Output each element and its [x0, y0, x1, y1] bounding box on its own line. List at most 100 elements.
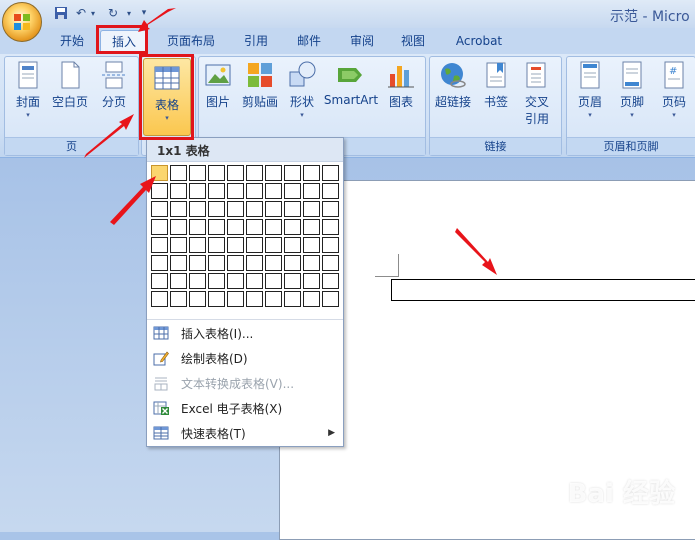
table-grid-cell[interactable] — [284, 255, 301, 271]
table-grid-cell[interactable] — [208, 291, 225, 307]
footer-button[interactable]: 页脚 ▾ — [612, 60, 652, 119]
table-grid-cell[interactable] — [151, 165, 168, 181]
table-grid-cell[interactable] — [246, 165, 263, 181]
table-grid-cell[interactable] — [303, 201, 320, 217]
table-grid-cell[interactable] — [265, 255, 282, 271]
page-number-button[interactable]: # 页码 ▾ — [654, 60, 694, 119]
draw-table-menu-item[interactable]: 绘制表格(D) — [147, 346, 343, 370]
undo-dropdown-icon[interactable]: ▾ — [88, 4, 98, 22]
table-grid-cell[interactable] — [189, 291, 206, 307]
table-grid-cell[interactable] — [246, 219, 263, 235]
table-grid-cell[interactable] — [303, 255, 320, 271]
table-grid-cell[interactable] — [322, 273, 339, 289]
chart-button[interactable]: 图表 — [382, 60, 420, 110]
quick-tables-menu-item[interactable]: 快速表格(T) ▶ — [147, 421, 343, 445]
table-grid-cell[interactable] — [170, 183, 187, 199]
table-grid-cell[interactable] — [227, 201, 244, 217]
table-grid-cell[interactable] — [265, 183, 282, 199]
table-grid-cell[interactable] — [151, 219, 168, 235]
table-grid-cell[interactable] — [322, 219, 339, 235]
tab-view[interactable]: 视图 — [393, 30, 433, 52]
insert-table-menu-item[interactable]: 插入表格(I)... — [147, 321, 343, 345]
table-grid-cell[interactable] — [170, 219, 187, 235]
table-grid-cell[interactable] — [208, 165, 225, 181]
inserted-table-row[interactable] — [391, 279, 695, 301]
tab-acrobat[interactable]: Acrobat — [448, 30, 510, 52]
office-button[interactable] — [2, 2, 42, 42]
table-grid-cell[interactable] — [227, 291, 244, 307]
smartart-button[interactable]: SmartArt — [322, 60, 380, 107]
table-grid-cell[interactable] — [284, 201, 301, 217]
table-grid-cell[interactable] — [170, 165, 187, 181]
table-grid-cell[interactable] — [208, 255, 225, 271]
hyperlink-button[interactable]: 超链接 — [432, 60, 474, 110]
table-grid-cell[interactable] — [189, 219, 206, 235]
table-grid-cell[interactable] — [170, 291, 187, 307]
table-grid-cell[interactable] — [227, 165, 244, 181]
table-grid-cell[interactable] — [246, 273, 263, 289]
table-grid-cell[interactable] — [284, 237, 301, 253]
table-grid-cell[interactable] — [170, 237, 187, 253]
table-grid-cell[interactable] — [189, 165, 206, 181]
table-grid-cell[interactable] — [227, 237, 244, 253]
table-grid-cell[interactable] — [303, 273, 320, 289]
table-grid-cell[interactable] — [303, 165, 320, 181]
table-grid-cell[interactable] — [189, 273, 206, 289]
table-grid-cell[interactable] — [227, 183, 244, 199]
table-grid-cell[interactable] — [208, 237, 225, 253]
table-grid-cell[interactable] — [284, 183, 301, 199]
table-grid-cell[interactable] — [322, 291, 339, 307]
table-grid-cell[interactable] — [189, 183, 206, 199]
table-grid-cell[interactable] — [322, 255, 339, 271]
table-grid-cell[interactable] — [265, 219, 282, 235]
table-grid-cell[interactable] — [189, 255, 206, 271]
table-grid-cell[interactable] — [303, 183, 320, 199]
clipart-button[interactable]: 剪贴画 — [238, 60, 282, 110]
tab-review[interactable]: 审阅 — [342, 30, 382, 52]
tab-mailings[interactable]: 邮件 — [289, 30, 329, 52]
tab-references[interactable]: 引用 — [236, 30, 276, 52]
table-grid-cell[interactable] — [303, 237, 320, 253]
table-grid-cell[interactable] — [227, 219, 244, 235]
table-grid-cell[interactable] — [284, 219, 301, 235]
table-grid-cell[interactable] — [151, 201, 168, 217]
table-grid-cell[interactable] — [284, 165, 301, 181]
table-grid-cell[interactable] — [265, 165, 282, 181]
bookmark-button[interactable]: 书签 — [478, 60, 514, 110]
redo-dropdown-icon[interactable]: ▾ — [124, 4, 134, 22]
table-grid-cell[interactable] — [265, 237, 282, 253]
table-grid-cell[interactable] — [208, 201, 225, 217]
table-grid-cell[interactable] — [265, 273, 282, 289]
table-grid-cell[interactable] — [246, 255, 263, 271]
table-grid-cell[interactable] — [151, 273, 168, 289]
picture-button[interactable]: 图片 — [200, 60, 236, 110]
save-icon[interactable] — [52, 4, 70, 22]
table-grid-cell[interactable] — [322, 183, 339, 199]
table-grid-cell[interactable] — [227, 273, 244, 289]
table-grid-cell[interactable] — [189, 237, 206, 253]
shapes-button[interactable]: 形状 ▾ — [284, 60, 320, 119]
table-grid-cell[interactable] — [208, 219, 225, 235]
table-grid-cell[interactable] — [170, 273, 187, 289]
table-grid-cell[interactable] — [208, 273, 225, 289]
table-grid-cell[interactable] — [322, 165, 339, 181]
table-grid-cell[interactable] — [246, 183, 263, 199]
table-grid-cell[interactable] — [170, 255, 187, 271]
table-grid-cell[interactable] — [265, 201, 282, 217]
cover-page-button[interactable]: 封面 ▾ — [8, 60, 48, 119]
table-grid-cell[interactable] — [170, 201, 187, 217]
page-break-button[interactable]: 分页 — [94, 60, 134, 110]
table-grid-cell[interactable] — [322, 237, 339, 253]
excel-spreadsheet-menu-item[interactable]: Excel 电子表格(X) — [147, 396, 343, 420]
table-grid-cell[interactable] — [189, 201, 206, 217]
table-grid-cell[interactable] — [246, 291, 263, 307]
blank-page-button[interactable]: 空白页 — [50, 60, 90, 110]
header-button[interactable]: 页眉 ▾ — [570, 60, 610, 119]
table-grid-cell[interactable] — [151, 183, 168, 199]
table-grid-cell[interactable] — [284, 273, 301, 289]
cross-reference-button[interactable]: 交叉 引用 — [518, 60, 556, 127]
customize-qat-icon[interactable]: ▾ — [138, 4, 150, 22]
table-grid-cell[interactable] — [151, 291, 168, 307]
table-grid-cell[interactable] — [246, 237, 263, 253]
table-grid-cell[interactable] — [303, 291, 320, 307]
